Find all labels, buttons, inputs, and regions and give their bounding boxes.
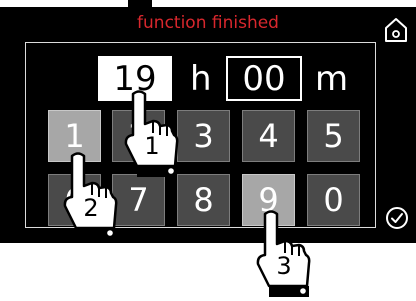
key-0[interactable]: 0 bbox=[307, 174, 360, 226]
home-icon bbox=[385, 18, 407, 42]
confirm-button[interactable] bbox=[385, 206, 409, 230]
key-8[interactable]: 8 bbox=[177, 174, 230, 226]
key-3[interactable]: 3 bbox=[177, 110, 230, 162]
step-number-1: 1 bbox=[144, 132, 159, 160]
step-number-3: 3 bbox=[276, 252, 291, 280]
pointing-hand-icon: 1 bbox=[124, 90, 179, 177]
key-4[interactable]: 4 bbox=[242, 110, 295, 162]
pointing-hand-icon: 3 bbox=[256, 210, 311, 297]
pointing-hand-icon: 2 bbox=[63, 152, 118, 239]
checkmark-icon bbox=[386, 207, 408, 229]
key-5[interactable]: 5 bbox=[307, 110, 360, 162]
status-title: function finished bbox=[137, 13, 279, 33]
step-number-2: 2 bbox=[83, 194, 98, 222]
minutes-field[interactable]: 00 bbox=[226, 56, 302, 101]
minutes-unit-label: m bbox=[315, 58, 349, 99]
home-button[interactable] bbox=[384, 17, 408, 43]
hours-unit-label: h bbox=[190, 58, 212, 99]
